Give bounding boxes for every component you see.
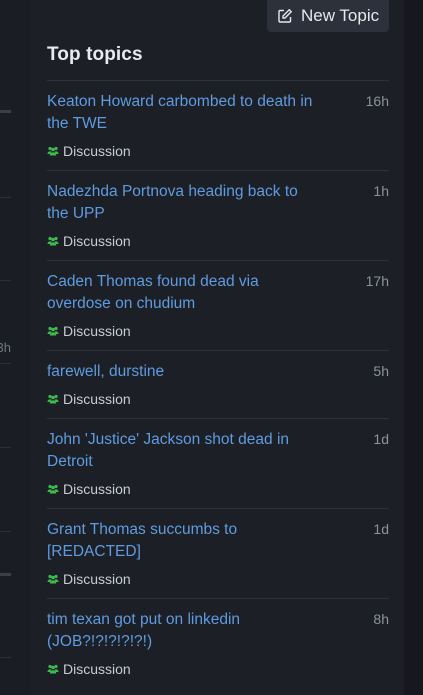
topic-category-label: Discussion bbox=[63, 391, 131, 407]
users-icon bbox=[47, 146, 59, 156]
new-topic-label: New Topic bbox=[301, 6, 380, 25]
topic-category[interactable]: Discussion bbox=[47, 481, 131, 497]
topic-item: Nadezhda Portnova heading back to the UP… bbox=[47, 170, 389, 260]
topic-item: farewell, durstine 5h Discussion bbox=[47, 350, 389, 418]
topic-category[interactable]: Discussion bbox=[47, 323, 131, 339]
topic-category-label: Discussion bbox=[63, 143, 131, 159]
main-divider bbox=[0, 110, 11, 113]
main-divider bbox=[0, 197, 11, 198]
topic-title-link[interactable]: tim texan got put on linkedin (JOB?!?!?!… bbox=[47, 609, 315, 653]
topic-category[interactable]: Discussion bbox=[47, 143, 131, 159]
sidebar: New Topic Top topics Keaton Howard carbo… bbox=[31, 0, 404, 695]
topic-item: tim texan got put on linkedin (JOB?!?!?!… bbox=[47, 598, 389, 688]
topic-title-link[interactable]: Keaton Howard carbombed to death in the … bbox=[47, 91, 315, 135]
users-icon bbox=[47, 394, 59, 404]
topic-category[interactable]: Discussion bbox=[47, 391, 131, 407]
main-time-label: 3h bbox=[0, 340, 11, 355]
users-icon bbox=[47, 664, 59, 674]
topic-title-link[interactable]: Grant Thomas succumbs to [REDACTED] bbox=[47, 519, 315, 563]
topic-category[interactable]: Discussion bbox=[47, 233, 131, 249]
topic-time: 1h bbox=[373, 183, 389, 199]
main-divider bbox=[0, 447, 11, 448]
topic-title-link[interactable]: Caden Thomas found dead via overdose on … bbox=[47, 271, 315, 315]
topic-time: 5h bbox=[373, 363, 389, 379]
users-icon bbox=[47, 326, 59, 336]
topic-item: Grant Thomas succumbs to [REDACTED] 1d D… bbox=[47, 508, 389, 598]
topic-time: 1d bbox=[373, 431, 389, 447]
topic-category[interactable]: Discussion bbox=[47, 661, 131, 677]
topic-time: 16h bbox=[365, 93, 389, 109]
topic-time: 17h bbox=[365, 273, 389, 289]
topic-category-label: Discussion bbox=[63, 323, 131, 339]
topic-item: John 'Justice' Jackson shot dead in Detr… bbox=[47, 418, 389, 508]
top-topics-list: Keaton Howard carbombed to death in the … bbox=[47, 80, 389, 688]
topic-category-label: Discussion bbox=[63, 233, 131, 249]
topic-category-label: Discussion bbox=[63, 571, 131, 587]
main-content-column: 3h bbox=[0, 0, 31, 695]
users-icon bbox=[47, 236, 59, 246]
main-divider bbox=[0, 573, 11, 576]
topic-item: Keaton Howard carbombed to death in the … bbox=[47, 80, 389, 170]
main-divider bbox=[0, 280, 11, 281]
topic-category-label: Discussion bbox=[63, 481, 131, 497]
main-divider bbox=[0, 531, 11, 532]
users-icon bbox=[47, 484, 59, 494]
edit-icon bbox=[277, 8, 293, 24]
top-topics-heading: Top topics bbox=[47, 44, 143, 65]
topic-category-label: Discussion bbox=[63, 661, 131, 677]
scrollbar-gutter[interactable] bbox=[404, 0, 423, 695]
topic-title-link[interactable]: farewell, durstine bbox=[47, 361, 315, 383]
topic-time: 8h bbox=[373, 611, 389, 627]
topic-category[interactable]: Discussion bbox=[47, 571, 131, 587]
new-topic-button[interactable]: New Topic bbox=[267, 0, 389, 32]
main-divider bbox=[0, 657, 11, 658]
topic-item: Caden Thomas found dead via overdose on … bbox=[47, 260, 389, 350]
topic-title-link[interactable]: John 'Justice' Jackson shot dead in Detr… bbox=[47, 429, 315, 473]
topic-time: 1d bbox=[373, 521, 389, 537]
users-icon bbox=[47, 574, 59, 584]
topic-title-link[interactable]: Nadezhda Portnova heading back to the UP… bbox=[47, 181, 315, 225]
main-divider bbox=[0, 363, 11, 364]
